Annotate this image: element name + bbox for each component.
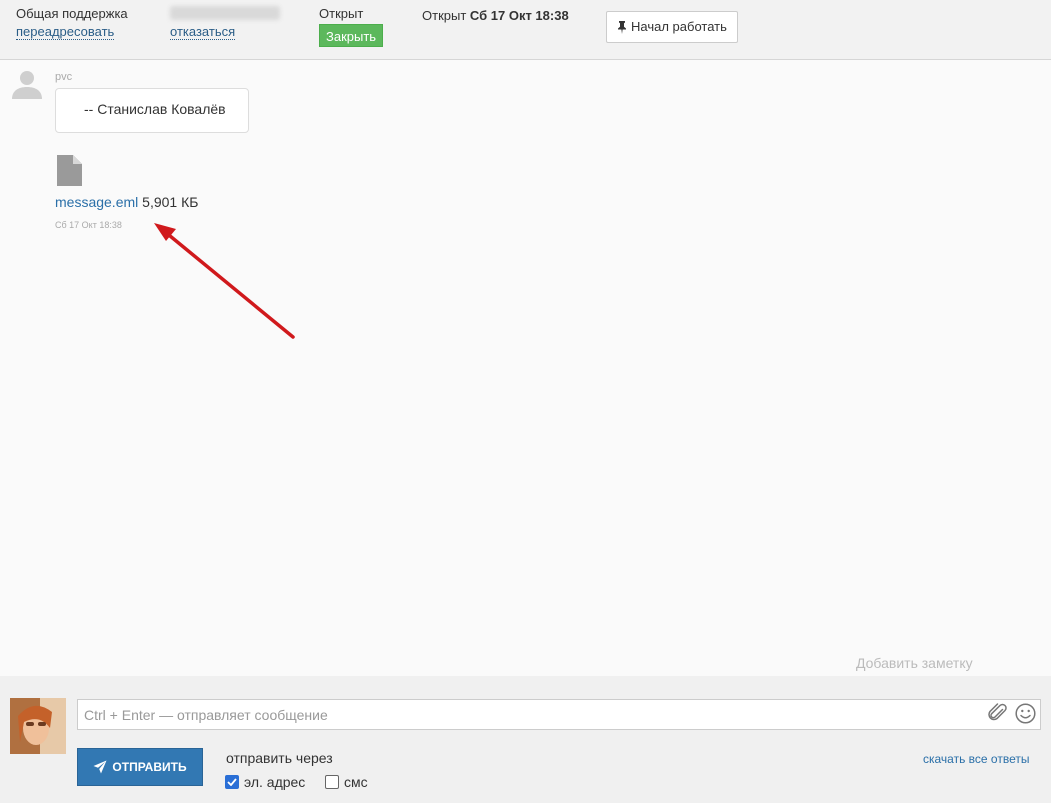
- emoji-icon[interactable]: [1015, 703, 1036, 724]
- email-checkbox[interactable]: [225, 775, 239, 789]
- send-via-label: отправить через: [226, 750, 333, 766]
- forward-link[interactable]: переадресовать: [16, 24, 115, 40]
- message-sender: pvc: [55, 71, 73, 83]
- paperclip-icon[interactable]: [988, 703, 1008, 723]
- start-work-button[interactable]: Начал работать: [606, 11, 738, 43]
- ticket-header: Общая поддержка переадресовать отказатьс…: [0, 0, 1051, 60]
- pin-icon: [618, 20, 626, 34]
- download-all-replies-link[interactable]: скачать все ответы: [923, 752, 1029, 766]
- paper-plane-icon: [93, 760, 107, 774]
- refuse-link[interactable]: отказаться: [170, 24, 236, 40]
- sms-checkbox[interactable]: [325, 775, 339, 789]
- attachment-size: 5,901 КБ: [142, 194, 199, 210]
- add-note-link[interactable]: Добавить заметку: [856, 655, 973, 671]
- start-work-label: Начал работать: [631, 19, 727, 34]
- status-label: Открыт: [319, 6, 364, 21]
- send-via-email-option[interactable]: эл. адрес: [225, 774, 305, 790]
- message-bubble: -- Станислав Ковалёв: [55, 88, 249, 133]
- blurred-assignee-name: [170, 6, 280, 20]
- agent-avatar: [10, 698, 66, 754]
- send-via-sms-option[interactable]: смс: [325, 774, 368, 790]
- file-icon: [57, 155, 82, 186]
- close-ticket-button[interactable]: Закрыть: [319, 24, 384, 47]
- email-option-label: эл. адрес: [244, 774, 306, 790]
- opened-prefix: Открыт: [422, 8, 467, 23]
- opened-date: Сб 17 Окт 18:38: [469, 8, 569, 23]
- send-button[interactable]: ОТПРАВИТЬ: [77, 748, 203, 786]
- reply-composer: ОТПРАВИТЬ отправить через эл. адрес смс …: [0, 676, 1051, 803]
- message-timestamp: Сб 17 Окт 18:38: [55, 220, 122, 230]
- checkmark-icon: [227, 778, 237, 786]
- agent-photo-icon: [10, 698, 66, 754]
- queue-name: Общая поддержка: [16, 6, 128, 21]
- sms-option-label: смс: [344, 774, 368, 790]
- attachment-row: message.eml 5,901 КБ: [55, 194, 198, 210]
- opened-at: Открыт Сб 17 Окт 18:38: [422, 8, 569, 23]
- user-avatar-icon: [12, 71, 42, 99]
- annotation-arrow-icon: [154, 223, 295, 339]
- attachment-link[interactable]: message.eml: [55, 194, 138, 210]
- reply-input[interactable]: [77, 699, 1041, 730]
- send-button-label: ОТПРАВИТЬ: [112, 760, 187, 774]
